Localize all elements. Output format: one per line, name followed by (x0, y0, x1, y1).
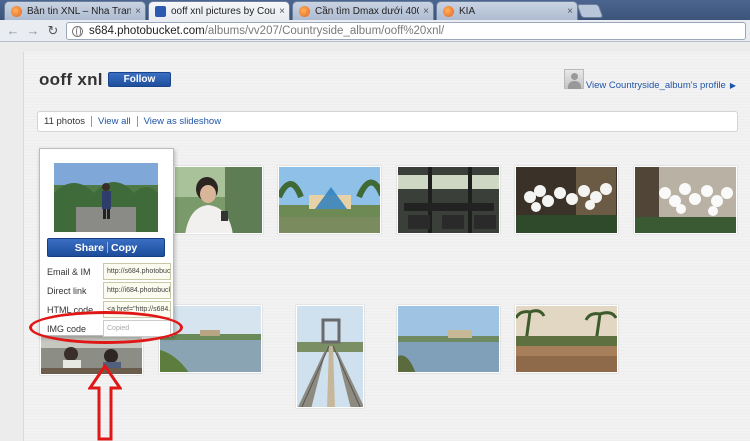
share-label: Share (74, 241, 104, 254)
avatar[interactable] (564, 69, 584, 89)
album-stats-bar: 11 photos View all View as slideshow (37, 111, 738, 132)
tab-ban-tin-xnl[interactable]: Bản tin XNL – Nha Trang × (4, 1, 146, 20)
photo-thumbnail[interactable] (278, 166, 381, 234)
view-profile-link[interactable]: View Countryside_album's profile ▶ (586, 80, 736, 91)
photo-man-garden (54, 163, 158, 232)
photo-river-lake (160, 306, 261, 372)
photo-woman-phone (175, 167, 262, 233)
tab-label: ooff xnl pictures by Countryside_album (171, 5, 275, 17)
tab-label: KIA (459, 5, 476, 17)
photo-resort-fountain (279, 167, 380, 233)
close-tab-icon[interactable]: × (131, 6, 145, 17)
divider (136, 116, 138, 127)
view-slideshow-link[interactable]: View as slideshow (144, 116, 221, 127)
orange-favicon-icon (443, 5, 454, 17)
photo-thumbnail[interactable] (634, 166, 737, 234)
close-tab-icon[interactable]: × (563, 6, 577, 17)
tab-ooff-xnl-pictures[interactable]: ooff xnl pictures by Countryside_album × (148, 1, 290, 20)
direct-link-label: Direct link (47, 285, 87, 296)
photo-thumbnail[interactable] (159, 305, 262, 373)
close-tab-icon[interactable]: × (419, 6, 433, 17)
tab-can-tim-dmax[interactable]: Cần tìm Dmax dưới 400 × (292, 1, 434, 20)
photo-palm-river (516, 306, 617, 372)
photo-thumbnail[interactable] (397, 305, 500, 373)
direct-link-row: Direct link http://i684.photobucket.com/… (47, 282, 172, 299)
triangle-right-icon: ▶ (729, 81, 736, 90)
photo-thumbnail[interactable] (515, 166, 618, 234)
photo-thumbnail[interactable] (397, 166, 500, 234)
back-arrow-icon[interactable]: ← (6, 23, 20, 38)
follow-button[interactable]: Follow (108, 72, 171, 87)
photo-white-flowers-2 (635, 167, 736, 233)
photo-count: 11 photos (44, 116, 86, 127)
photo-restaurant-interior (398, 167, 499, 233)
divider (106, 242, 108, 253)
email-im-row: Email & IM http://s684.photobucket.com/a… (47, 263, 172, 280)
orange-favicon-icon (299, 5, 310, 17)
close-tab-icon[interactable]: × (275, 6, 289, 17)
url-path: /albums/vv207/Countryside_album/ooff%20x… (204, 25, 445, 37)
new-tab-button[interactable] (576, 4, 604, 18)
browser-tab-strip: Bản tin XNL – Nha Trang × ooff xnl pictu… (0, 0, 750, 20)
photo-bridge-walkway (297, 306, 363, 407)
direct-link-field[interactable]: http://i684.photobucket.com/albums/vv207 (103, 282, 171, 299)
popup-photo-thumbnail[interactable] (54, 163, 158, 232)
share-copy-button[interactable]: Share Copy (47, 238, 165, 257)
reload-icon[interactable]: ↻ (46, 23, 60, 38)
album-title: ooff xnl (39, 70, 103, 89)
photo-white-flowers (516, 167, 617, 233)
orange-favicon-icon (11, 5, 22, 17)
view-all-link[interactable]: View all (98, 116, 131, 127)
email-im-field[interactable]: http://s684.photobucket.com/albums/vv207 (103, 263, 171, 280)
photo-thumbnail[interactable] (296, 305, 364, 408)
address-bar[interactable]: s684.photobucket.com/albums/vv207/Countr… (66, 22, 746, 40)
profile-link-label: View Countryside_album's profile (585, 80, 726, 91)
share-popup: Share Copy Email & IM http://s684.photob… (39, 148, 174, 337)
email-im-label: Email & IM (47, 266, 91, 277)
photo-thumbnail[interactable] (174, 166, 263, 234)
copy-label: Copy (110, 241, 138, 254)
red-up-arrow-icon (88, 364, 122, 441)
red-highlight-ellipse (29, 311, 183, 344)
tab-label: Bản tin XNL – Nha Trang (27, 5, 131, 17)
browser-toolbar: ← → ↻ s684.photobucket.com/albums/vv207/… (0, 20, 750, 42)
photo-thumbnail[interactable] (515, 305, 618, 373)
divider (91, 116, 93, 127)
url-host: s684.photobucket.com (89, 25, 205, 37)
tab-kia[interactable]: KIA × (436, 1, 578, 20)
photobucket-favicon-icon (155, 5, 166, 17)
photo-river-view (398, 306, 499, 372)
forward-arrow-icon[interactable]: → (26, 23, 40, 38)
tab-label: Cần tìm Dmax dưới 400 (315, 5, 419, 17)
globe-icon (72, 25, 83, 37)
